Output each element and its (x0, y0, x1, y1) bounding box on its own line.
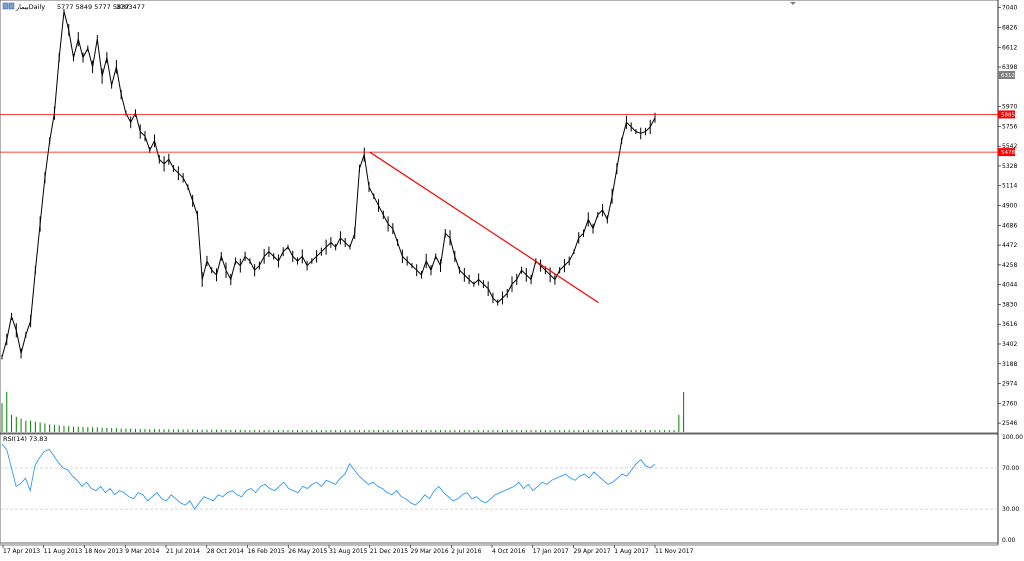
symbol-label: بیمارDaily (15, 3, 45, 11)
time-tick-label: 11 Aug 2013 (44, 548, 83, 555)
price-tick-label: 4472 (1002, 242, 1017, 249)
time-tick-label: 28 Oct 2014 (207, 548, 244, 555)
price-tick-label: 3402 (1002, 341, 1017, 348)
time-tick-label: 31 Aug 2015 (329, 548, 368, 555)
time-tick-label: 17 Jan 2017 (533, 548, 569, 555)
time-tick-label: 16 Feb 2015 (248, 548, 286, 555)
price-tick-label: 5756 (1002, 123, 1017, 130)
time-tick-label: 9 Mar 2014 (125, 548, 159, 555)
price-tick-label: 6612 (1002, 44, 1017, 51)
rsi-tick-label: 30.00 (1002, 506, 1019, 513)
price-tick-label: 4900 (1002, 203, 1017, 210)
symbol-info: بیمارDaily 5777 5849 5777 5837 3793477 (2, 2, 145, 11)
chart-window[interactable]: بیمارDaily 5777 5849 5777 5837 3793477 R… (0, 0, 1024, 557)
time-tick-label: 21 Jul 2014 (166, 548, 200, 555)
time-axis[interactable]: 17 Apr 2013 11 Aug 2013 18 Nov 2013 9 Mar 2… (2, 545, 694, 555)
price-tick-label: 6826 (1002, 24, 1017, 31)
price-tick-label: 3188 (1002, 361, 1017, 368)
time-tick-label: 4 Oct 2016 (492, 548, 525, 555)
price-tick-label: 2760 (1002, 400, 1017, 407)
time-tick-label: 21 Dec 2015 (370, 548, 409, 555)
time-tick-label: 18 Nov 2013 (85, 548, 124, 555)
price-tick-label: 4258 (1002, 262, 1017, 269)
price-tag-label: 5478 (1001, 150, 1015, 156)
rsi-label: RSI(14) 73.83 (3, 435, 48, 443)
volume-value: 3793477 (116, 3, 145, 11)
rsi-tick-label: 0.00 (1002, 537, 1016, 544)
price-tick-label: 5328 (1002, 163, 1017, 170)
price-tick-label: 3616 (1002, 321, 1017, 328)
price-tick-label: 4686 (1002, 222, 1017, 229)
rsi-tick-label: 70.00 (1002, 465, 1019, 472)
price-tick-label: 7040 (1002, 5, 1017, 12)
price-tick-label: 5970 (1002, 104, 1017, 111)
price-tick-label: 6398 (1002, 64, 1017, 71)
symbol-icon (8, 2, 15, 10)
price-axis[interactable]: 7040682666126398597057565542532851144900… (998, 5, 1017, 427)
price-tick-label: 5114 (1002, 183, 1017, 190)
price-tick-label: 2546 (1002, 420, 1017, 427)
price-tick-label: 3830 (1002, 301, 1017, 308)
rsi-tick-label: 100.00 (1002, 434, 1023, 441)
price-tag-label: 6312 (1001, 73, 1015, 79)
price-tag-label: 5885 (1001, 112, 1015, 118)
rsi-axis[interactable]: 100.00 70.00 30.00 0.00 (1002, 434, 1023, 544)
main-pane[interactable] (0, 0, 999, 434)
time-tick-label: 29 Mar 2016 (411, 548, 449, 555)
time-tick-label: 26 May 2015 (288, 548, 327, 555)
time-tick-label: 2 Jul 2016 (451, 548, 481, 555)
time-tick-label: 17 Apr 2013 (3, 548, 40, 555)
price-tick-label: 2974 (1002, 381, 1017, 388)
time-tick-label: 11 Nov 2017 (655, 548, 694, 555)
price-tick-label: 4044 (1002, 282, 1017, 289)
rsi-pane[interactable] (0, 433, 999, 544)
time-tick-label: 1 Aug 2017 (614, 548, 649, 555)
symbol-icon (2, 2, 9, 10)
time-tick-label: 29 Apr 2017 (574, 548, 611, 555)
